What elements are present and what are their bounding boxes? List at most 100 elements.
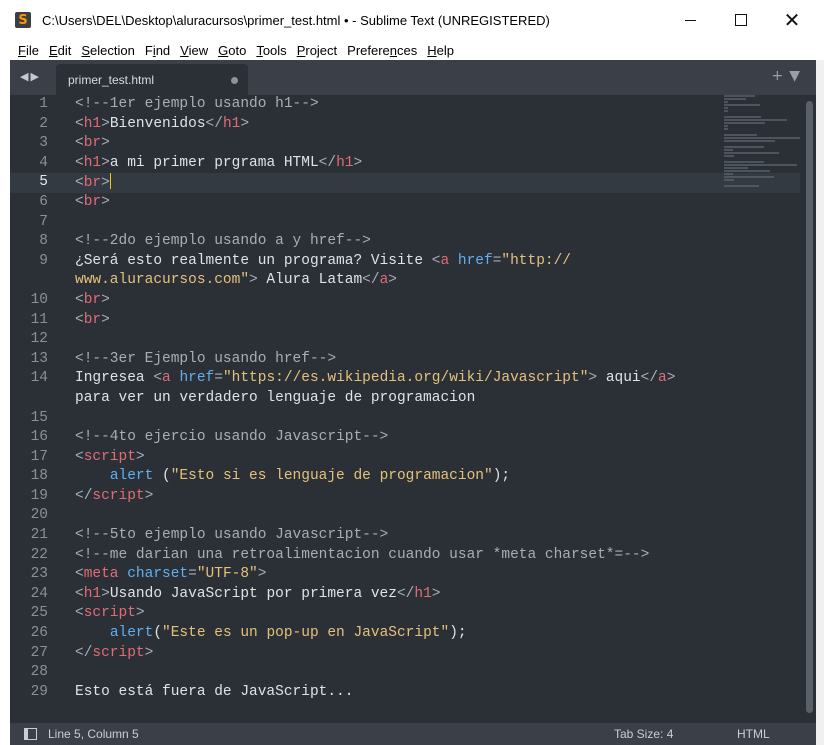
line-number: 25: [30, 605, 48, 622]
code-token: <: [75, 585, 84, 602]
menu-item[interactable]: Preferences: [342, 43, 422, 58]
code-line[interactable]: para ver un verdadero lenguaje de progra…: [75, 389, 675, 409]
code-token: alert: [109, 468, 154, 485]
code-line[interactable]: alert("Este es un pop-up en JavaScript")…: [75, 624, 675, 644]
code-line[interactable]: <h1>Bienvenidos</h1>: [75, 115, 675, 135]
minimap-line: [724, 107, 729, 109]
code-line[interactable]: <meta charset="UTF-8">: [75, 565, 675, 585]
line-number: 16: [30, 429, 48, 446]
code-line[interactable]: </script>: [75, 644, 675, 664]
line-number: 1: [39, 96, 48, 112]
new-tab-plus-icon[interactable]: +: [771, 68, 789, 84]
tab-navigation-arrows-icon[interactable]: ◀▶: [20, 70, 41, 83]
code-token: </: [396, 585, 415, 602]
code-line[interactable]: <!--2do ejemplo usando a y href-->: [75, 232, 675, 252]
code-line[interactable]: Ingresea <a href="https://es.wikipedia.o…: [75, 369, 675, 389]
tab-list-chevron-down-icon[interactable]: ▼: [789, 68, 806, 84]
code-token: br: [83, 135, 102, 152]
code-line[interactable]: [75, 330, 675, 350]
code-line[interactable]: <br>: [75, 193, 675, 213]
code-token: h1: [83, 115, 102, 132]
code-line[interactable]: Esto está fuera de JavaScript...: [75, 683, 675, 703]
code-token: Ingresea: [75, 370, 154, 387]
code-line[interactable]: <h1>Usando JavaScript por primera vez</h…: [75, 585, 675, 605]
line-number: 15: [30, 409, 48, 426]
code-line[interactable]: alert ("Esto si es lenguaje de programac…: [75, 467, 675, 487]
menu-item[interactable]: Project: [292, 43, 342, 58]
code-line[interactable]: [75, 663, 675, 683]
status-bar: Line 5, Column 5 Tab Size: 4 HTML: [10, 723, 816, 745]
menu-item[interactable]: Tools: [251, 43, 291, 58]
menu-item[interactable]: Find: [140, 43, 175, 58]
code-token: br: [83, 311, 102, 328]
code-token: <!--2do ejemplo usando a y href-->: [75, 233, 371, 250]
line-number: 12: [30, 331, 48, 348]
code-line[interactable]: [75, 213, 675, 233]
code-token: >: [588, 370, 598, 387]
code-token: >: [101, 135, 110, 152]
sublime-text-icon: S: [15, 12, 31, 28]
code-line[interactable]: <h1>a mi primer prgrama HTML</h1>: [75, 154, 675, 174]
menu-bar: File Edit Selection Find View Goto Tools Projec…: [0, 40, 824, 60]
code-token: h1: [83, 585, 102, 602]
code-token: h1: [414, 585, 432, 602]
code-token: </: [205, 115, 223, 132]
minimap[interactable]: [724, 95, 804, 195]
code-line[interactable]: <script>: [75, 604, 675, 624]
code-line[interactable]: <br>: [75, 134, 675, 154]
line-number: 7: [39, 213, 48, 230]
code-token: >: [101, 585, 110, 602]
code-line[interactable]: [75, 506, 675, 526]
code-line[interactable]: www.aluracursos.com"> Alura Latam</a>: [75, 271, 675, 291]
code-token: (: [153, 468, 171, 485]
code-token: "Este es un pop-up en JavaScript": [162, 625, 450, 642]
code-token: href: [179, 370, 215, 387]
code-line[interactable]: <!--me darian una retroalimentacion cuan…: [75, 546, 675, 566]
menu-item[interactable]: Edit: [44, 43, 76, 58]
line-number: [10, 271, 48, 291]
title-bar: S C:\Users\DEL\Desktop\aluracursos\prime…: [0, 0, 824, 40]
panel-toggle-icon[interactable]: [24, 728, 37, 740]
code-line[interactable]: <br>: [75, 311, 675, 331]
minimap-line: [724, 98, 746, 100]
code-token: </: [75, 644, 93, 661]
minimap-line: [724, 167, 749, 169]
maximize-icon: [735, 14, 747, 26]
code-line[interactable]: <br>: [75, 173, 675, 193]
menu-item[interactable]: View: [175, 43, 213, 58]
code-token: >: [101, 175, 110, 192]
code-token: <!--1er ejemplo usando h1-->: [75, 96, 319, 112]
minimize-button[interactable]: [666, 0, 714, 40]
code-line[interactable]: [75, 409, 675, 429]
code-line[interactable]: <!--3er Ejemplo usando href-->: [75, 350, 675, 370]
menu-item[interactable]: Help: [422, 43, 459, 58]
code-line[interactable]: <script>: [75, 448, 675, 468]
close-button[interactable]: ✕: [768, 0, 816, 40]
minimap-line: [724, 104, 761, 106]
code-line[interactable]: ¿Será esto realmente un programa? Visite…: [75, 252, 675, 272]
code-line[interactable]: </script>: [75, 487, 675, 507]
line-number-gutter: 1 2 3 4 5 6 7 8 9 10 11 12 13 14 15 16 17 18 19 20 21 22 23 24 2…: [10, 95, 60, 723]
code-token: >: [101, 291, 110, 308]
line-number: 13: [30, 350, 48, 367]
maximize-button[interactable]: [717, 0, 765, 40]
menu-item[interactable]: Goto: [213, 43, 251, 58]
code-line[interactable]: <!--5to ejemplo usando Javascript-->: [75, 526, 675, 546]
unsaved-dot-icon[interactable]: [231, 77, 238, 84]
minimap-line: [724, 125, 729, 127]
tab-bar: ◀▶ primer_test.html +▼: [10, 60, 816, 95]
code-token: >: [257, 566, 267, 583]
code-line[interactable]: <!--4to ejercio usando Javascript-->: [75, 428, 675, 448]
menu-item[interactable]: File: [13, 43, 44, 58]
code-editor[interactable]: 1 2 3 4 5 6 7 8 9 10 11 12 13 14 15 16 17 18 19 20 21 22 23 24 2…: [10, 95, 816, 723]
code-area[interactable]: <!--1er ejemplo usando h1--> <h1>Bienveni…: [75, 95, 675, 702]
code-line[interactable]: <!--1er ejemplo usando h1-->: [75, 95, 675, 115]
scrollbar-thumb[interactable]: [806, 101, 813, 713]
menu-item[interactable]: Selection: [76, 43, 139, 58]
tab-size-selector[interactable]: Tab Size: 4: [614, 727, 673, 741]
code-line[interactable]: <br>: [75, 291, 675, 311]
syntax-selector[interactable]: HTML: [737, 727, 770, 741]
tab-primer-test[interactable]: primer_test.html: [56, 64, 248, 95]
